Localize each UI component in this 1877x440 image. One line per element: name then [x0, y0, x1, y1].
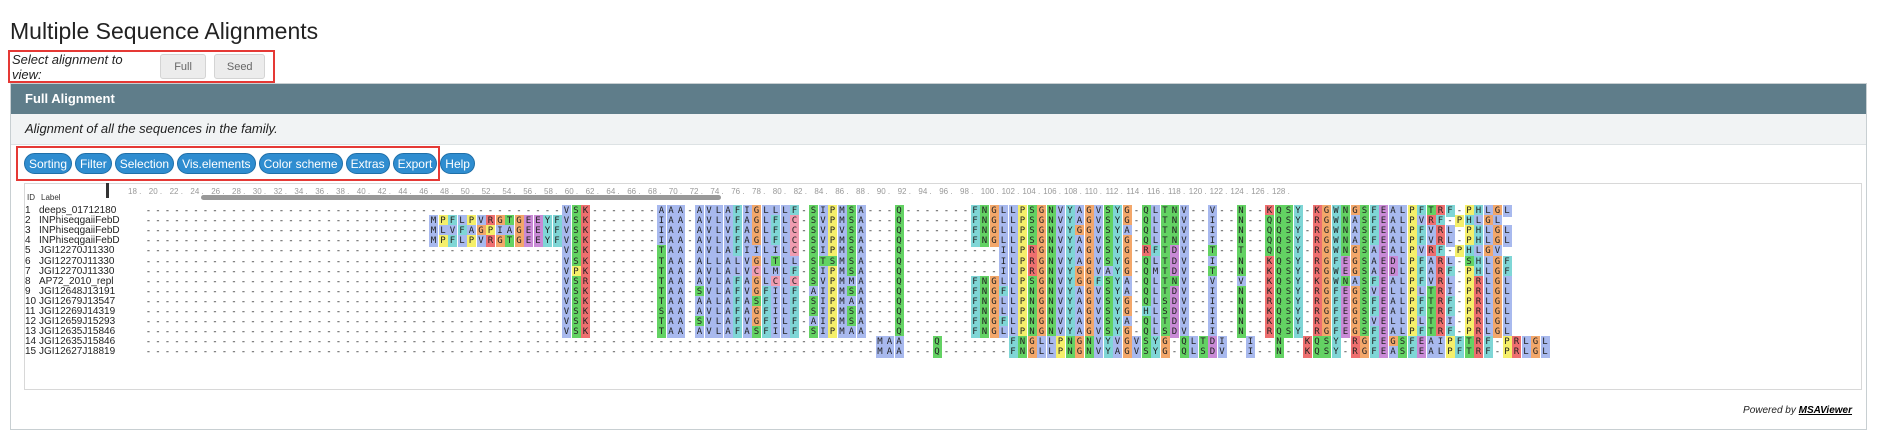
- menu-sorting[interactable]: Sorting: [24, 153, 73, 174]
- footer-prefix: Powered by: [1743, 405, 1796, 416]
- sequence-label[interactable]: JGI12627J18819: [39, 346, 143, 358]
- ruler-tick: 108 .: [1064, 187, 1082, 196]
- ruler-tick: 90 .: [876, 187, 891, 196]
- label-scrollbar[interactable]: [106, 183, 109, 198]
- id-column-header: ID: [27, 193, 35, 202]
- ruler-tick: 118 .: [1168, 187, 1186, 196]
- ruler-tick: 120 .: [1188, 187, 1207, 196]
- ruler-tick: 84 .: [814, 187, 828, 196]
- msa-viewer: ID Label 18 . 20 . 22 . 24 . 26 . 28 . 30 . 32 …: [24, 183, 1862, 390]
- row-id: 15: [25, 346, 37, 358]
- ruler-tick: 82 .: [793, 187, 807, 196]
- horizontal-scrollbar[interactable]: [201, 195, 721, 200]
- ruler-tick: 128 .: [1272, 187, 1290, 196]
- page-title: Multiple Sequence Alignments: [10, 18, 319, 44]
- alignment-selector: Select alignment to view: Full Seed: [8, 50, 275, 83]
- ruler-tick: 100 .: [980, 187, 999, 196]
- ruler-tick: 102 .: [1001, 187, 1020, 196]
- selector-label: Select alignment to view:: [12, 51, 123, 82]
- menu-vis-elements[interactable]: Vis.elements: [177, 153, 256, 174]
- ruler-tick: 96 .: [939, 187, 953, 196]
- menu-selection[interactable]: Selection: [114, 153, 175, 174]
- ruler-tick: 88 .: [856, 187, 870, 196]
- ruler-tick: 124 .: [1230, 187, 1249, 196]
- menu-help[interactable]: Help: [440, 153, 475, 174]
- ruler-tick: 18 .: [128, 187, 142, 196]
- ruler-tick: 98 .: [960, 187, 974, 196]
- panel-description: Alignment of all the sequences in the fa…: [11, 114, 1866, 145]
- ruler-tick: 112 .: [1105, 187, 1123, 196]
- ruler-tick: 78 .: [752, 187, 766, 196]
- ruler-tick: 106 .: [1043, 187, 1061, 196]
- seed-alignment-button[interactable]: Seed: [214, 54, 265, 79]
- ruler-tick: 94 .: [918, 187, 932, 196]
- menu-filter[interactable]: Filter: [75, 153, 112, 174]
- label-column-header: Label: [41, 193, 61, 202]
- ruler-tick: 114 .: [1126, 187, 1144, 196]
- ruler-tick: 20 .: [148, 187, 163, 196]
- full-alignment-button[interactable]: Full: [159, 54, 207, 79]
- ruler-tick: 116 .: [1147, 187, 1165, 196]
- ruler-tick: 80 .: [772, 187, 787, 196]
- ruler-tick: 126 .: [1251, 187, 1269, 196]
- footer: Powered by MSAViewer: [1743, 405, 1852, 416]
- ruler-tick: 104 .: [1022, 187, 1041, 196]
- panel-header: Full Alignment: [11, 84, 1866, 114]
- alignment-row[interactable]: 15 JGI12627J18819- - - - - - - - - - - - - - - - - - - - - - - -…: [25, 346, 1861, 359]
- ruler-tick: 76 .: [731, 187, 745, 196]
- ruler-tick: 86 .: [835, 187, 849, 196]
- ruler-tick: 92 .: [897, 187, 911, 196]
- msa-menubar: Sorting Filter Selection Vis.elements Co…: [16, 146, 475, 181]
- menu-extras[interactable]: Extras: [345, 153, 390, 174]
- ruler-tick: 22 .: [169, 187, 183, 196]
- ruler-tick: 122 .: [1209, 187, 1228, 196]
- menu-export[interactable]: Export: [392, 153, 438, 174]
- msaviewer-link[interactable]: MSAViewer: [1799, 405, 1852, 416]
- ruler-tick: 110 .: [1084, 187, 1102, 196]
- menu-color-scheme[interactable]: Color scheme: [258, 153, 343, 174]
